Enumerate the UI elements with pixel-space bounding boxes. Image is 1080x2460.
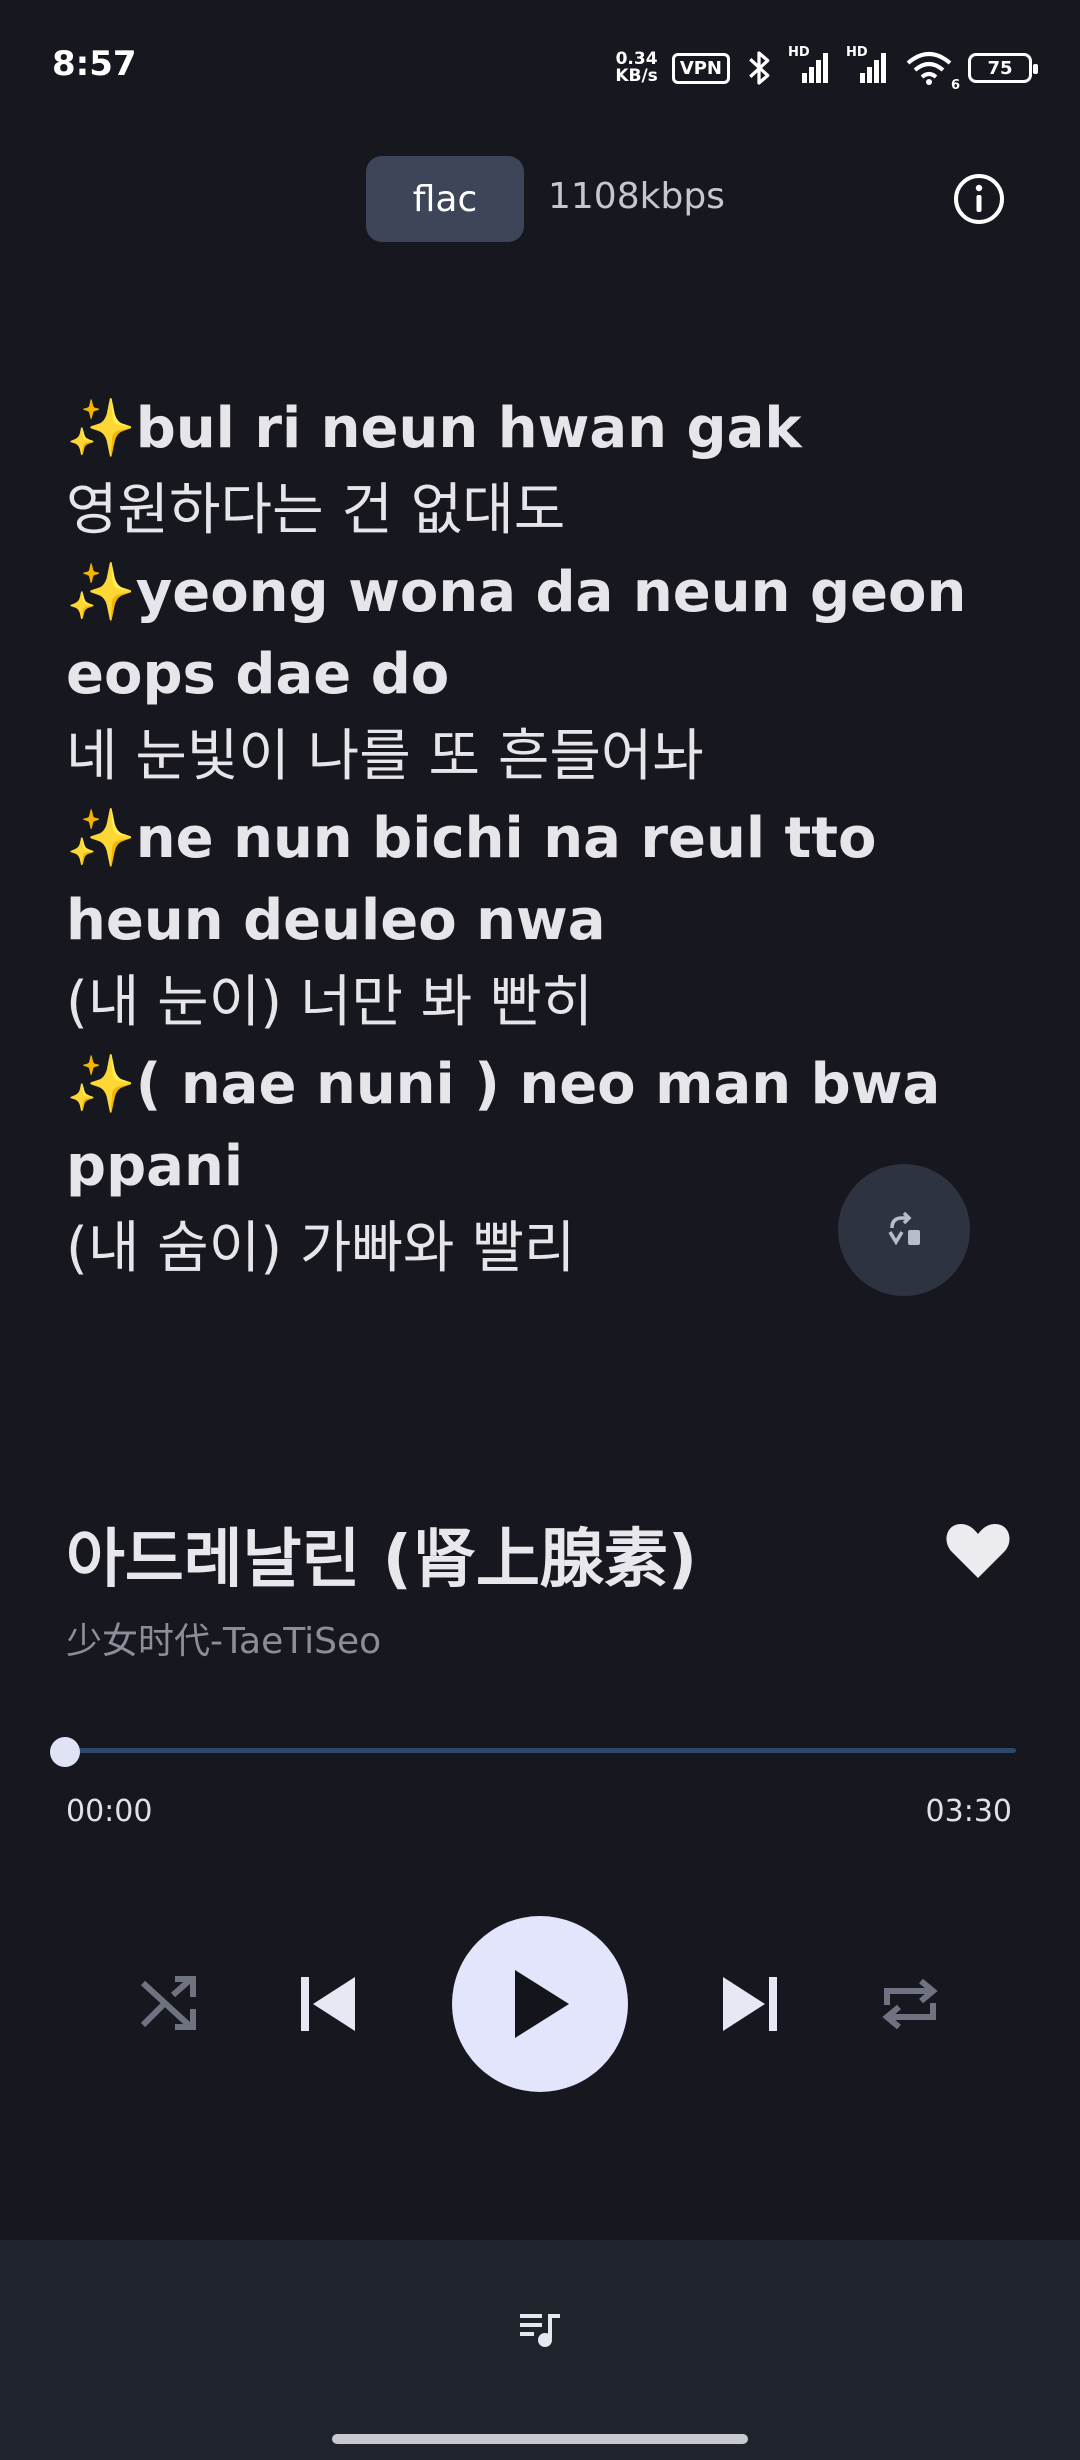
lyric-line[interactable]: ✨yeong wona da neun geon bbox=[66, 552, 1026, 634]
lyric-line[interactable]: 네 눈빛이 나를 또 흔들어놔 bbox=[66, 716, 1026, 798]
info-icon bbox=[954, 174, 1004, 224]
favorite-button[interactable] bbox=[944, 1520, 1012, 1582]
status-bar: 8:57 0.34 KB/s VPN HD HD 6 75 bbox=[0, 0, 1080, 140]
translate-icon bbox=[888, 1211, 920, 1246]
status-time: 8:57 bbox=[52, 44, 137, 84]
bluetooth-icon bbox=[749, 51, 770, 85]
play-button[interactable] bbox=[452, 1916, 628, 2092]
vpn-icon: VPN bbox=[671, 52, 730, 84]
queue-music-icon bbox=[520, 2314, 560, 2347]
audio-format-chip[interactable]: flac bbox=[366, 156, 524, 242]
lyric-line[interactable]: (내 눈이) 너만 봐 빤히 bbox=[66, 962, 1026, 1044]
home-indicator[interactable] bbox=[332, 2434, 748, 2444]
progress-thumb[interactable] bbox=[50, 1737, 80, 1767]
heart-icon bbox=[946, 1524, 1010, 1578]
song-artist[interactable]: 少女时代-TaeTiSeo bbox=[66, 1612, 381, 1664]
signal-icon-1: HD bbox=[788, 45, 832, 87]
battery-level: 75 bbox=[987, 57, 1013, 79]
info-button[interactable] bbox=[952, 172, 1006, 226]
play-icon bbox=[515, 1970, 569, 2038]
lyric-line[interactable]: 영원하다는 건 없대도 bbox=[66, 470, 1026, 552]
song-title: 아드레날린 (肾上腺素) bbox=[66, 1523, 698, 1597]
lyric-line[interactable]: eops dae do bbox=[66, 634, 1026, 716]
skip-previous-icon bbox=[301, 1977, 355, 2031]
repeat-icon bbox=[882, 1978, 938, 2030]
music-player-screen: 8:57 0.34 KB/s VPN HD HD 6 75 flac 1108k… bbox=[0, 0, 1080, 2460]
previous-button[interactable] bbox=[290, 1966, 366, 2042]
lyrics-panel[interactable]: ✨bul ri neun hwan gak 영원하다는 건 없대도 ✨yeong… bbox=[66, 388, 1026, 1290]
wifi-icon: 6 bbox=[904, 49, 960, 93]
next-button[interactable] bbox=[712, 1966, 788, 2042]
shuffle-icon bbox=[140, 1976, 196, 2030]
playlist-queue-button[interactable] bbox=[516, 2308, 564, 2352]
status-icons: 0.34 KB/s VPN HD HD 6 75 bbox=[615, 44, 1038, 93]
bitrate-label: 1108kbps bbox=[548, 176, 725, 217]
shuffle-button[interactable] bbox=[130, 1966, 206, 2042]
network-speed: 0.34 KB/s bbox=[615, 51, 657, 85]
lyric-line[interactable]: heun deuleo nwa bbox=[66, 880, 1026, 962]
lyric-line[interactable]: ✨ne nun bichi na reul tto bbox=[66, 798, 1026, 880]
skip-next-icon bbox=[723, 1977, 777, 2031]
repeat-button[interactable] bbox=[872, 1966, 948, 2042]
progress-bar[interactable] bbox=[66, 1748, 1016, 1753]
translation-toggle-button[interactable] bbox=[838, 1164, 970, 1296]
network-speed-unit: KB/s bbox=[615, 66, 658, 86]
wifi-label: 6 bbox=[950, 78, 960, 93]
lyric-line[interactable]: ✨( nae nuni ) neo man bwa bbox=[66, 1044, 1026, 1126]
signal-icon-2: HD bbox=[846, 45, 890, 87]
elapsed-time: 00:00 bbox=[66, 1794, 153, 1829]
total-time: 03:30 bbox=[925, 1794, 1012, 1829]
lyric-line[interactable]: ✨bul ri neun hwan gak bbox=[66, 388, 1026, 470]
battery-icon: 75 bbox=[968, 53, 1038, 83]
